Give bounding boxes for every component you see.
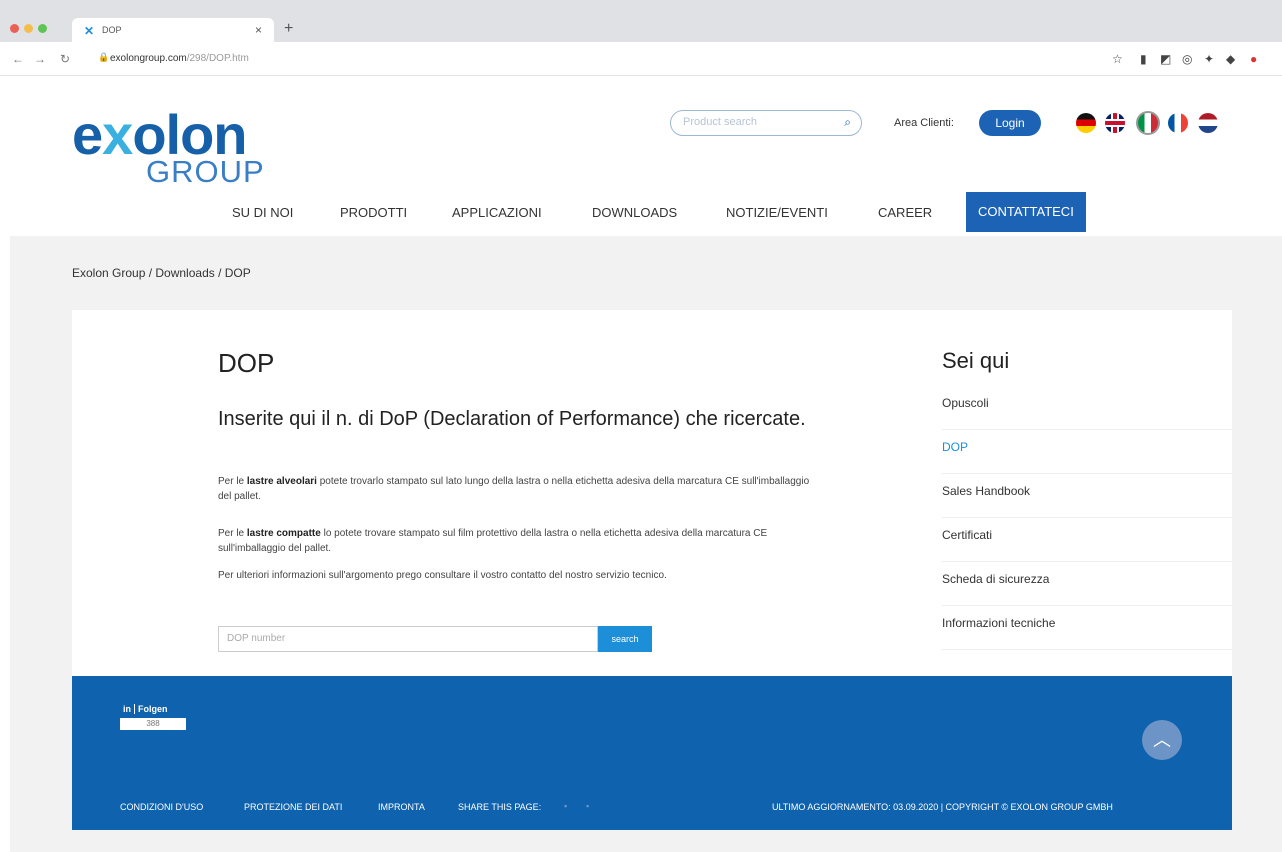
sidebar-title: Sei qui <box>942 348 1010 373</box>
footer-link-protezione[interactable]: PROTEZIONE DEI DATI <box>244 802 342 812</box>
site-footer: in Folgen 388 ︿ CONDIZIONI D'USO PROTEZIO… <box>72 676 1232 830</box>
footer-link-impronta[interactable]: IMPRONTA <box>378 802 425 812</box>
linkedin-follower-count: 388 <box>120 718 186 730</box>
flag-english-icon[interactable] <box>1105 113 1125 133</box>
tab-title: DOP <box>102 25 122 35</box>
window-minimize-button[interactable] <box>24 24 33 33</box>
nav-applicazioni[interactable]: APPLICAZIONI <box>452 205 542 220</box>
exolon-favicon-icon: ✕ <box>84 24 95 38</box>
footer-share-label: SHARE THIS PAGE: <box>458 802 542 812</box>
paragraph-info: Per ulteriori informazioni sull'argoment… <box>218 570 667 581</box>
scroll-to-top-button[interactable]: ︿ <box>1142 720 1182 760</box>
content-card: DOP Inserite qui il n. di DoP (Declarati… <box>72 310 1232 676</box>
search-icon[interactable]: ⌕ <box>844 115 851 130</box>
extension-icon[interactable]: ◆ <box>1226 52 1235 66</box>
nav-prodotti[interactable]: PRODOTTI <box>340 205 407 220</box>
share-twitter-icon[interactable]: ▪ <box>564 801 567 811</box>
address-bar: ← → ↻ 🔒 exolongroup.com/298/DOP.htm ☆ ▮ … <box>0 42 1282 76</box>
breadcrumb[interactable]: Exolon Group / Downloads / DOP <box>72 266 251 280</box>
profile-icon[interactable]: ● <box>1250 52 1257 66</box>
dop-search-button[interactable]: search <box>598 626 652 652</box>
dop-field <box>218 626 598 652</box>
flag-dutch-icon[interactable] <box>1198 113 1218 133</box>
web-page: exolon GROUP ⌕ Area Clienti: Login SU DI… <box>10 76 1282 852</box>
nav-downloads[interactable]: DOWNLOADS <box>592 205 677 220</box>
linkedin-follow-label: Folgen <box>138 704 168 714</box>
new-tab-icon[interactable]: + <box>284 20 293 38</box>
page-title: DOP <box>218 348 275 378</box>
flag-italian-icon[interactable] <box>1136 111 1160 135</box>
browser-tab[interactable]: ✕ DOP × <box>72 18 274 42</box>
reload-icon[interactable]: ↻ <box>60 52 70 66</box>
main-navigation: SU DI NOI PRODOTTI APPLICAZIONI DOWNLOAD… <box>10 192 1282 232</box>
back-icon[interactable]: ← <box>12 52 24 66</box>
product-search: ⌕ <box>670 110 862 136</box>
footer-link-condizioni[interactable]: CONDIZIONI D'USO <box>120 802 203 812</box>
sidebar-item-dop[interactable]: DOP <box>942 430 1232 474</box>
url-path: /298/DOP.htm <box>186 53 249 64</box>
footer-copyright: ULTIMO AGGIORNAMENTO: 03.09.2020 | COPYR… <box>772 802 1113 812</box>
lock-icon: 🔒 <box>98 52 110 62</box>
dop-number-input[interactable] <box>227 633 587 644</box>
site-header: exolon GROUP ⌕ Area Clienti: Login SU DI… <box>10 76 1282 236</box>
extension-icon[interactable]: ▮ <box>1140 52 1147 66</box>
flag-german-icon[interactable] <box>1076 113 1096 133</box>
nav-notizie-eventi[interactable]: NOTIZIE/EVENTI <box>726 205 828 220</box>
url-field[interactable]: 🔒 exolongroup.com/298/DOP.htm <box>96 50 1096 68</box>
url-host: exolongroup.com <box>110 53 187 64</box>
sidebar-item-sales-handbook[interactable]: Sales Handbook <box>942 474 1232 518</box>
forward-icon[interactable]: → <box>34 52 46 66</box>
sidebar-item-informazioni-tecniche[interactable]: Informazioni tecniche <box>942 606 1232 650</box>
tab-close-icon[interactable]: × <box>255 23 262 37</box>
bookmark-star-icon[interactable]: ☆ <box>1112 52 1123 66</box>
product-search-input[interactable] <box>683 116 833 128</box>
paragraph-alveolari: Per le lastre alveolari potete trovarlo … <box>218 476 810 502</box>
nav-contattateci[interactable]: CONTATTATECI <box>966 192 1086 232</box>
nav-career[interactable]: CAREER <box>878 205 932 220</box>
sidebar-item-certificati[interactable]: Certificati <box>942 518 1232 562</box>
area-clienti-label: Area Clienti: <box>894 117 954 129</box>
browser-tab-bar: ✕ DOP × + <box>0 0 1282 42</box>
linkedin-icon: in <box>120 704 135 714</box>
sidebar-item-opuscoli[interactable]: Opuscoli <box>942 386 1232 430</box>
sidebar-list: Opuscoli DOP Sales Handbook Certificati … <box>942 386 1232 650</box>
logo-subtitle: GROUP <box>146 154 265 189</box>
window-zoom-button[interactable] <box>38 24 47 33</box>
chevron-up-icon: ︿ <box>1153 730 1171 750</box>
window-close-button[interactable] <box>10 24 19 33</box>
nav-su-di-noi[interactable]: SU DI NOI <box>232 205 293 220</box>
sidebar-item-scheda-sicurezza[interactable]: Scheda di sicurezza <box>942 562 1232 606</box>
page-subheading: Inserite qui il n. di DoP (Declaration o… <box>218 408 806 430</box>
flag-french-icon[interactable] <box>1168 113 1188 133</box>
extension-icon[interactable]: ◎ <box>1182 52 1192 66</box>
share-facebook-icon[interactable]: ▪ <box>586 801 589 811</box>
extension-icon[interactable]: ◩ <box>1160 52 1171 66</box>
pin-icon[interactable]: ✦ <box>1204 52 1214 66</box>
login-button[interactable]: Login <box>979 110 1041 136</box>
linkedin-follow-badge[interactable]: in Folgen 388 <box>120 704 186 734</box>
paragraph-compatte: Per le lastre compatte lo potete trovare… <box>218 528 768 554</box>
